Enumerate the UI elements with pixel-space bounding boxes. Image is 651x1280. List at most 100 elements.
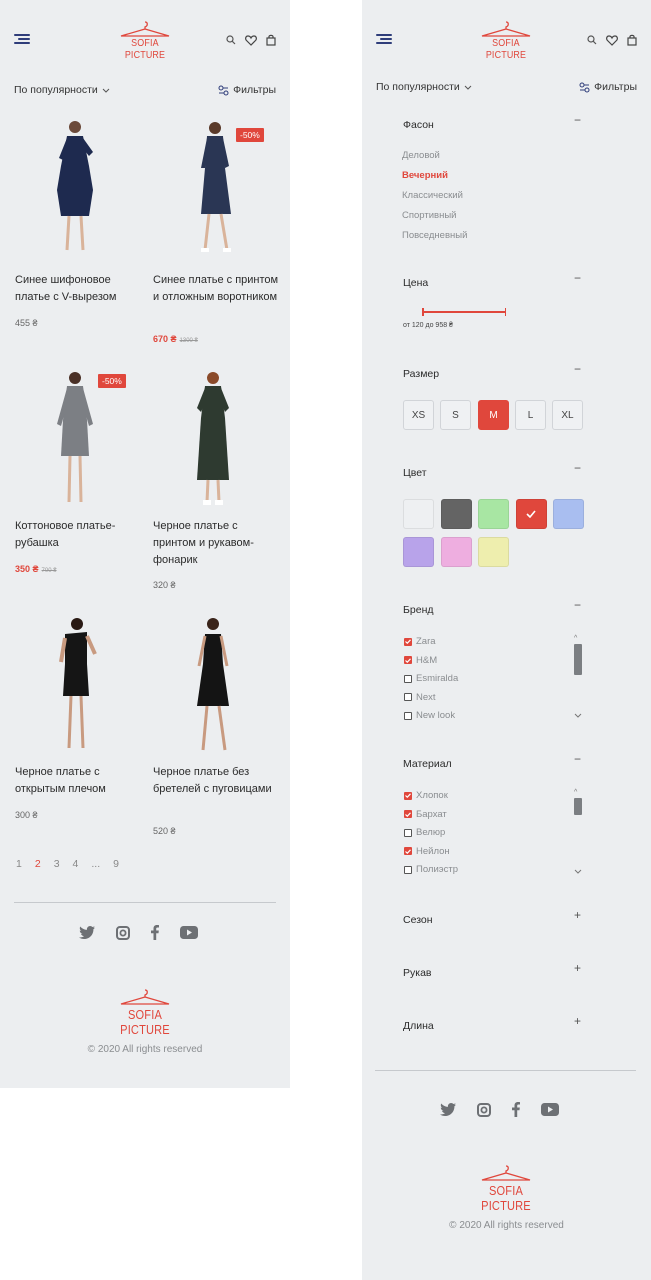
page-link[interactable]: 9 <box>113 858 119 870</box>
heart-icon[interactable] <box>606 34 618 46</box>
bag-icon[interactable] <box>266 34 276 46</box>
page-link[interactable]: 4 <box>73 858 79 870</box>
sort-dropdown[interactable]: По популярности <box>14 84 110 96</box>
scrollbar-thumb[interactable] <box>574 798 582 815</box>
checkbox-checked[interactable] <box>404 656 412 664</box>
color-swatch[interactable] <box>403 537 434 567</box>
filter-style-title[interactable]: Фасон <box>403 119 434 131</box>
product-card[interactable]: Черное платье с принтом и рукавом-фонари… <box>153 368 279 590</box>
search-icon[interactable] <box>587 35 597 45</box>
scroll-down-icon[interactable] <box>574 713 582 718</box>
color-swatch[interactable] <box>515 499 547 529</box>
style-option-active[interactable]: Вечерний <box>402 170 448 181</box>
expand-toggle[interactable]: + <box>574 1014 581 1028</box>
bag-icon[interactable] <box>627 34 637 46</box>
filters-button[interactable]: Фильтры <box>579 81 637 93</box>
expand-toggle[interactable]: + <box>574 961 581 975</box>
checkbox-option[interactable]: H&M <box>404 655 437 666</box>
checkbox-option[interactable]: Хлопок <box>404 790 448 801</box>
color-swatch[interactable] <box>478 499 509 529</box>
product-title[interactable]: Синее шифоновое платье с V-вырезом <box>15 272 145 306</box>
checkbox-checked[interactable] <box>404 791 412 800</box>
filter-color-title[interactable]: Цвет <box>403 467 427 479</box>
collapse-toggle[interactable]: − <box>574 461 581 475</box>
footer-logo[interactable]: SOFIA PICTURE <box>471 1164 541 1213</box>
product-title[interactable]: Синее платье с принтом и отложным воротн… <box>153 272 283 306</box>
footer-logo[interactable]: SOFIA PICTURE <box>110 988 180 1037</box>
facebook-icon[interactable] <box>151 925 159 940</box>
checkbox-unchecked[interactable] <box>404 674 412 683</box>
page-link[interactable]: 1 <box>16 858 22 870</box>
product-photo[interactable] <box>15 614 135 756</box>
checkbox-option[interactable]: Велюр <box>404 827 445 838</box>
collapse-toggle[interactable]: − <box>574 752 581 766</box>
sort-dropdown[interactable]: По популярности <box>376 81 472 93</box>
scrollbar-thumb[interactable] <box>574 644 582 675</box>
style-option[interactable]: Повседневный <box>402 230 467 241</box>
instagram-icon[interactable] <box>116 925 130 940</box>
filter-sleeve-title[interactable]: Рукав <box>403 967 432 979</box>
logo[interactable]: SOFIA PICTURE <box>110 20 180 61</box>
color-swatch[interactable] <box>403 499 434 529</box>
collapse-toggle[interactable]: − <box>574 271 581 285</box>
collapse-toggle[interactable]: − <box>574 362 581 376</box>
checkbox-option[interactable]: Полиэстр <box>404 864 458 875</box>
color-swatch[interactable] <box>478 537 509 567</box>
checkbox-option[interactable]: Бархат <box>404 809 447 820</box>
logo[interactable]: SOFIA PICTURE <box>471 20 541 61</box>
size-button[interactable]: XS <box>403 400 434 430</box>
filter-season-title[interactable]: Сезон <box>403 914 433 926</box>
heart-icon[interactable] <box>245 34 257 46</box>
price-range-slider[interactable] <box>422 308 506 316</box>
product-title[interactable]: Коттоновое платье-рубашка <box>15 518 145 552</box>
product-card[interactable]: Черное платье без бретелей с пуговицами … <box>153 614 279 836</box>
size-button[interactable]: L <box>515 400 546 430</box>
product-card[interactable]: -50% Синее платье с принтом и отложным в… <box>153 118 279 344</box>
product-card[interactable]: Черное платье с открытым плечом 300 ₴ <box>15 614 141 820</box>
color-swatch[interactable] <box>440 499 472 529</box>
color-swatch[interactable] <box>440 537 472 567</box>
product-title[interactable]: Черное платье без бретелей с пуговицами <box>153 764 283 798</box>
filter-size-title[interactable]: Размер <box>403 368 439 380</box>
product-card[interactable]: Синее шифоновое платье с V-вырезом 455 ₴ <box>15 118 141 328</box>
checkbox-unchecked[interactable] <box>404 693 412 701</box>
checkbox-unchecked[interactable] <box>404 711 412 720</box>
product-photo[interactable]: -50% <box>15 368 135 510</box>
filters-button[interactable]: Фильтры <box>218 84 276 96</box>
product-title[interactable]: Черное платье с открытым плечом <box>15 764 145 798</box>
instagram-icon[interactable] <box>477 1102 491 1117</box>
size-button[interactable]: S <box>440 400 471 430</box>
product-photo[interactable]: -50% <box>153 118 273 260</box>
scroll-up-icon[interactable]: ^ <box>574 789 577 796</box>
checkbox-checked[interactable] <box>404 847 412 855</box>
collapse-toggle[interactable]: − <box>574 598 581 612</box>
scroll-down-icon[interactable] <box>574 869 582 874</box>
product-photo[interactable] <box>15 118 135 260</box>
product-photo[interactable] <box>153 614 273 756</box>
filter-price-title[interactable]: Цена <box>403 277 428 289</box>
checkbox-unchecked[interactable] <box>404 828 412 837</box>
checkbox-checked[interactable] <box>404 637 412 646</box>
color-swatch[interactable] <box>553 499 584 529</box>
expand-toggle[interactable]: + <box>574 908 581 922</box>
facebook-icon[interactable] <box>512 1102 520 1117</box>
style-option[interactable]: Классический <box>402 190 463 201</box>
menu-icon[interactable] <box>14 34 30 44</box>
filter-material-title[interactable]: Материал <box>403 758 452 770</box>
checkbox-option[interactable]: Нейлон <box>404 846 450 857</box>
collapse-toggle[interactable]: − <box>574 113 581 127</box>
youtube-icon[interactable] <box>180 926 198 939</box>
checkbox-checked[interactable] <box>404 810 412 818</box>
page-link-active[interactable]: 2 <box>35 858 41 870</box>
twitter-icon[interactable] <box>440 1103 456 1116</box>
checkbox-option[interactable]: Zara <box>404 636 436 647</box>
filter-length-title[interactable]: Длина <box>403 1020 434 1032</box>
size-button-active[interactable]: M <box>478 400 509 430</box>
youtube-icon[interactable] <box>541 1103 559 1116</box>
style-option[interactable]: Спортивный <box>402 210 456 221</box>
checkbox-option[interactable]: Next <box>404 692 436 703</box>
product-photo[interactable] <box>153 368 273 510</box>
product-title[interactable]: Черное платье с принтом и рукавом-фонари… <box>153 518 283 569</box>
search-icon[interactable] <box>226 35 236 45</box>
scroll-up-icon[interactable]: ^ <box>574 635 577 642</box>
